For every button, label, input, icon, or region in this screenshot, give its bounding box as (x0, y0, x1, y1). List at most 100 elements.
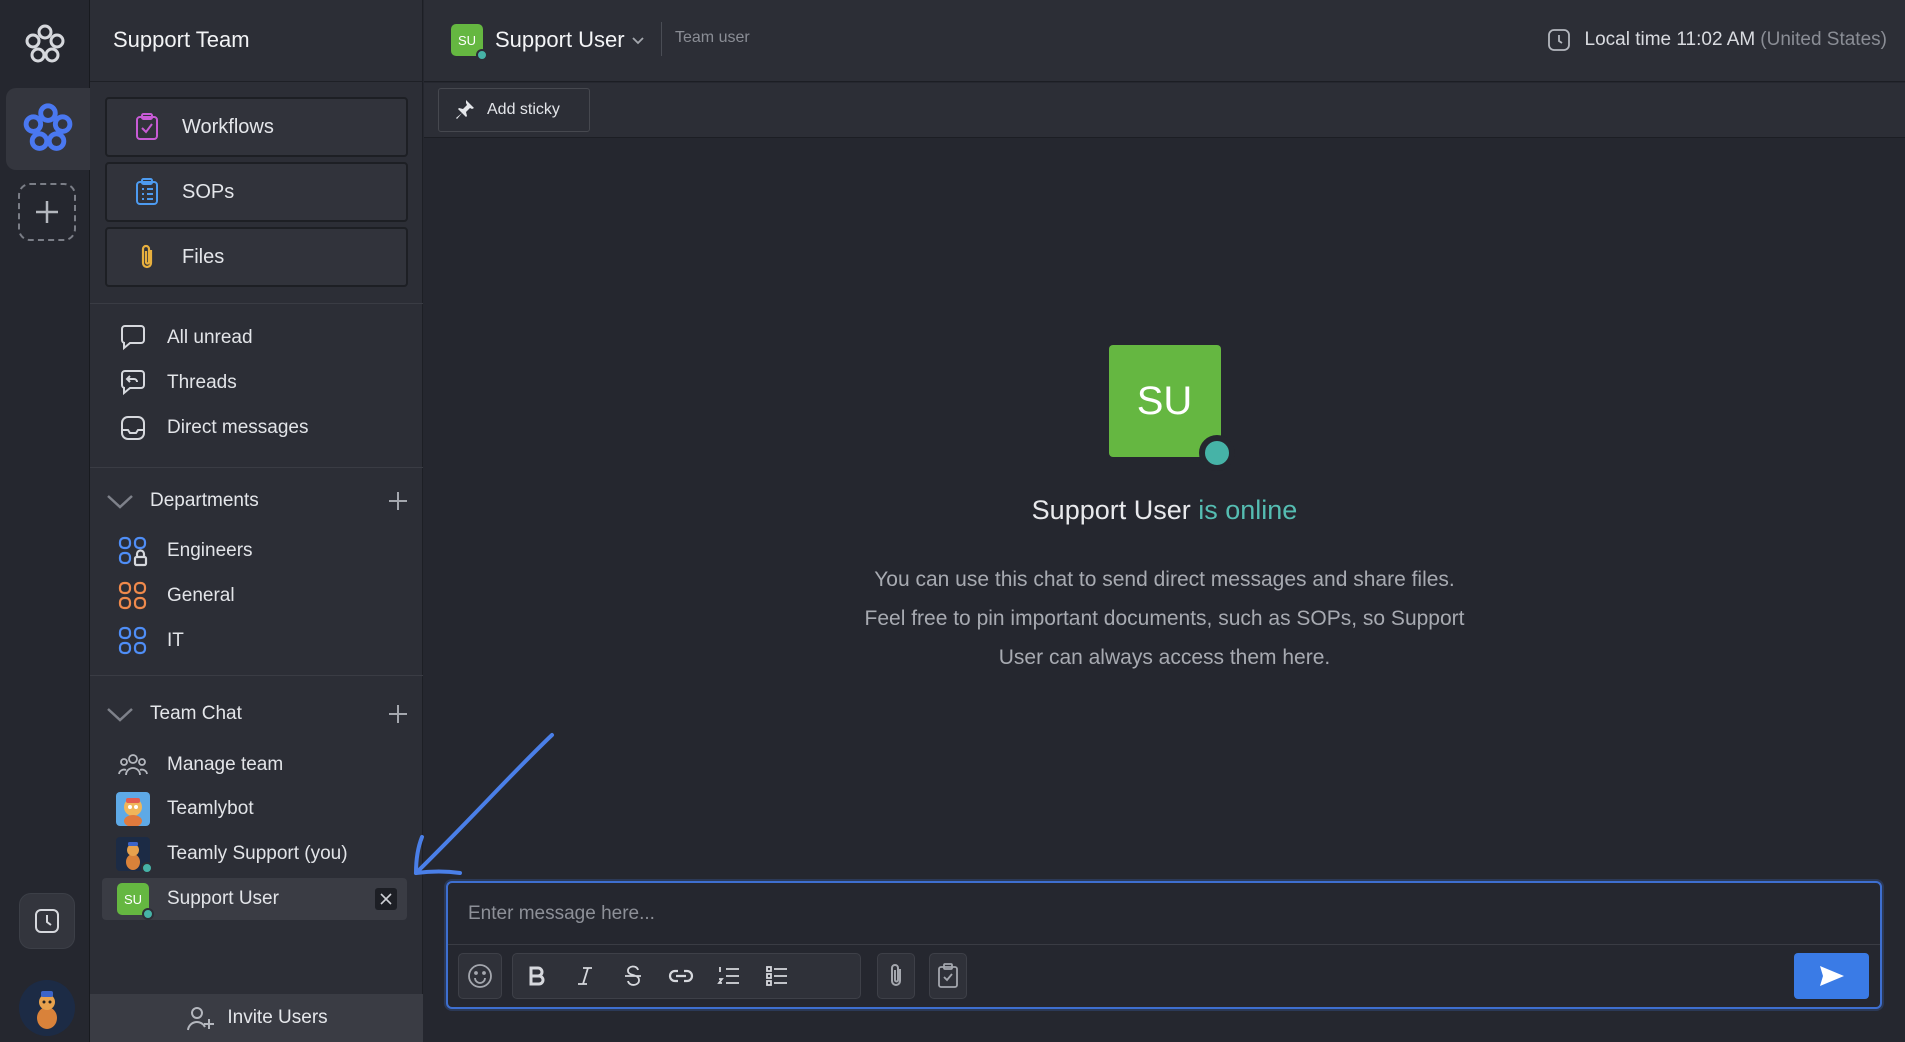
locked-channel-icon (116, 534, 150, 568)
clock-button[interactable] (19, 893, 75, 949)
dm-teamlybot[interactable]: Teamlybot (102, 788, 407, 830)
files-button[interactable]: Files (105, 227, 408, 287)
welcome-description: You can use this chat to send direct mes… (864, 568, 1465, 669)
app-logo-icon[interactable] (22, 22, 68, 68)
emoji-button[interactable] (458, 953, 502, 999)
sops-icon (130, 175, 164, 209)
manage-team-item[interactable]: Manage team (102, 744, 407, 786)
sops-button[interactable]: SOPs (105, 162, 408, 222)
inbox-icon (116, 411, 150, 445)
header-user-name: Support User (495, 27, 625, 52)
header-avatar: SU (451, 24, 488, 61)
strikethrough-button[interactable] (609, 954, 657, 998)
bold-icon (529, 966, 545, 986)
status-text: is online (1198, 495, 1298, 525)
add-chat-icon[interactable] (386, 702, 410, 726)
send-icon (1819, 966, 1844, 986)
workspace-rail (0, 0, 90, 1042)
channel-general[interactable]: General (102, 575, 407, 617)
paperclip-icon (878, 954, 914, 998)
channel-it[interactable]: IT (102, 620, 407, 662)
team-sidebar: Support Team Workflows SOPs Files All un… (90, 0, 423, 1042)
welcome-user-name: Support User (1031, 495, 1191, 525)
divider (90, 303, 423, 304)
files-label: Files (182, 245, 225, 268)
add-workspace-button[interactable] (18, 183, 76, 241)
format-toolbar (512, 953, 861, 999)
channel-engineers-label: Engineers (167, 540, 253, 561)
sticky-bar: Add sticky (424, 83, 1905, 138)
team-chat-section-header[interactable]: Team Chat (102, 694, 412, 734)
add-sticky-label: Add sticky (487, 101, 560, 118)
divider (90, 675, 423, 676)
workflows-icon (130, 110, 164, 144)
team-chat-title: Team Chat (150, 703, 242, 724)
clipboard-check-icon (930, 954, 966, 998)
channel-icon (116, 624, 150, 658)
emoji-icon (459, 954, 501, 998)
bold-button[interactable] (513, 954, 561, 998)
close-icon[interactable] (375, 888, 397, 910)
chat-header: SU Support User Team user Local time 11:… (424, 0, 1905, 82)
online-status-dot (142, 908, 154, 920)
channel-engineers[interactable]: Engineers (102, 530, 407, 572)
workflows-label: Workflows (182, 115, 274, 138)
invite-users-button[interactable]: Invite Users (90, 994, 423, 1042)
local-time-value: Local time 11:02 AM (1584, 29, 1756, 50)
channel-icon (116, 579, 150, 613)
my-avatar[interactable] (19, 980, 75, 1036)
support-user-avatar: SU (116, 882, 154, 920)
chat-bubble-icon (116, 321, 150, 355)
nav-threads[interactable]: Threads (102, 362, 407, 404)
avatar: SU (1108, 345, 1235, 471)
invite-users-label: Invite Users (227, 1007, 328, 1028)
avatar: SU (451, 24, 488, 61)
team-name[interactable]: Support Team (113, 27, 250, 53)
add-department-icon[interactable] (386, 489, 410, 513)
message-input[interactable] (448, 883, 1880, 945)
paperclip-icon (130, 240, 164, 274)
nav-direct-messages[interactable]: Direct messages (102, 407, 407, 449)
chevron-down-icon (631, 37, 644, 45)
bullet-list-icon (766, 966, 787, 986)
user-avatar (116, 837, 153, 874)
nav-threads-label: Threads (167, 372, 237, 393)
dm-support-user[interactable]: SU Support User (102, 878, 407, 920)
dm-teamly-support[interactable]: Teamly Support (you) (102, 833, 407, 875)
nav-direct-messages-label: Direct messages (167, 417, 309, 438)
threads-icon (116, 366, 150, 400)
team-icon (116, 748, 150, 782)
pin-icon (456, 100, 474, 119)
clock-icon (1547, 29, 1570, 51)
online-status-dot (141, 862, 153, 874)
chevron-down-icon (107, 495, 133, 509)
divider (90, 467, 423, 468)
attach-button[interactable] (877, 953, 915, 999)
ordered-list-icon (717, 967, 739, 984)
online-status-line: Support User is online (424, 495, 1905, 526)
bot-avatar (116, 792, 150, 826)
task-button[interactable] (929, 953, 967, 999)
avatar-initials: SU (457, 32, 477, 48)
nav-all-unread[interactable]: All unread (102, 317, 407, 359)
divider (661, 22, 662, 56)
departments-section-header[interactable]: Departments (102, 481, 412, 521)
avatar: SU (117, 883, 154, 920)
workspace-support-team-icon[interactable] (6, 88, 90, 170)
message-composer (446, 881, 1882, 1009)
dm-teamlybot-label: Teamlybot (167, 798, 254, 819)
workflows-button[interactable]: Workflows (105, 97, 408, 157)
divider (90, 81, 423, 82)
add-sticky-button[interactable]: Add sticky (438, 88, 590, 132)
send-button[interactable] (1794, 953, 1869, 999)
user-name-dropdown[interactable]: Support User (495, 24, 645, 56)
ordered-list-button[interactable] (705, 954, 753, 998)
sops-label: SOPs (182, 180, 235, 203)
welcome-panel: SU Support User is online You can use th… (424, 345, 1905, 677)
online-status-dot (1198, 435, 1235, 471)
online-status-dot (476, 49, 488, 61)
avatar-initials: SU (123, 891, 143, 907)
link-button[interactable] (657, 954, 705, 998)
bullet-list-button[interactable] (753, 954, 801, 998)
italic-button[interactable] (561, 954, 609, 998)
